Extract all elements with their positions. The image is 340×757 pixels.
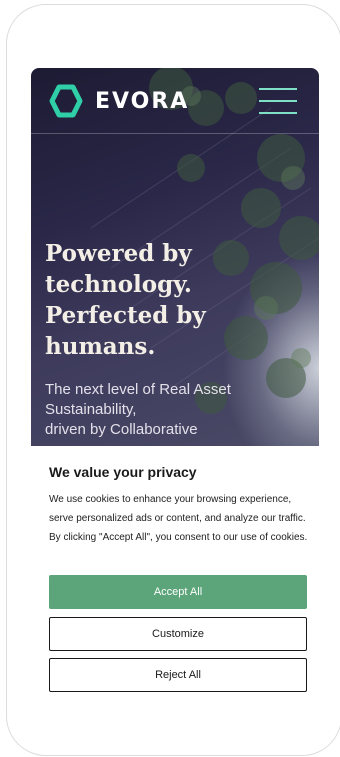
hero-headline: Powered by technology. Perfected by huma… [45, 240, 206, 360]
cookie-title: We value your privacy [49, 464, 197, 480]
hamburger-icon[interactable] [259, 88, 297, 114]
customize-button[interactable]: Customize [49, 617, 307, 651]
logo[interactable]: EVORA [49, 84, 189, 118]
accept-all-button[interactable]: Accept All [49, 575, 307, 609]
hero-section: EVORA Powered by technology. Perfected b… [31, 68, 319, 446]
logo-text: EVORA [95, 88, 190, 114]
site-header: EVORA [31, 68, 319, 134]
evora-logo-icon [49, 84, 83, 118]
cookie-description: We use cookies to enhance your browsing … [49, 494, 308, 543]
reject-all-button[interactable]: Reject All [49, 658, 307, 692]
cookie-consent-banner: We value your privacy We use cookies to … [31, 446, 319, 696]
hero-subtext: The next level of Real Asset Sustainabil… [45, 381, 231, 438]
